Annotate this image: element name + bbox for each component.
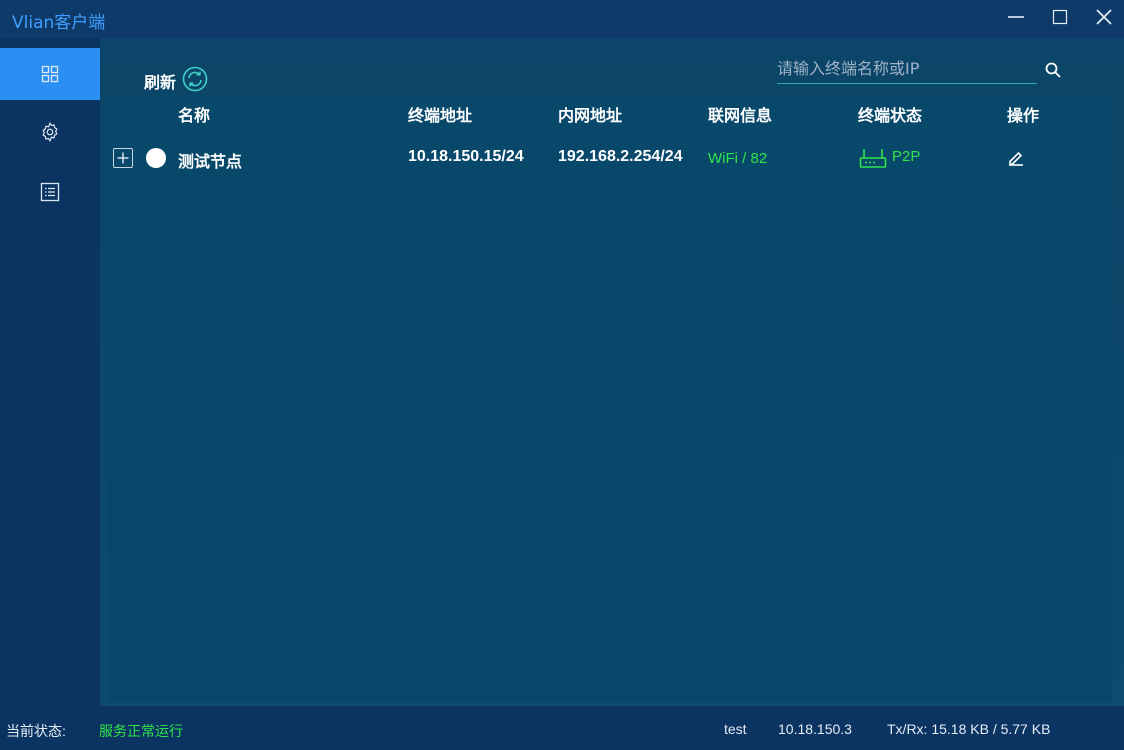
refresh-label: 刷新	[144, 73, 177, 92]
sidebar-item-dashboard[interactable]	[0, 48, 100, 100]
edit-icon	[1009, 151, 1023, 166]
list-icon	[40, 182, 60, 202]
cell-lan-address: 192.168.2.254/24	[558, 148, 683, 165]
column-header-actions: 操作	[1007, 106, 1040, 125]
sidebar-item-settings[interactable]	[0, 106, 100, 158]
sidebar-item-logs[interactable]	[0, 166, 100, 218]
sidebar	[0, 38, 100, 706]
minimize-icon	[1008, 16, 1024, 18]
cell-name: 测试节点	[178, 154, 243, 171]
plus-icon	[117, 152, 129, 164]
status-ip: 10.18.150.3	[778, 721, 852, 737]
online-status-dot	[146, 148, 166, 168]
minimize-button[interactable]	[993, 0, 1039, 34]
status-traffic: Tx/Rx: 15.18 KB / 5.77 KB	[887, 721, 1051, 737]
status-label: 当前状态:	[6, 723, 66, 739]
grid-icon	[41, 65, 59, 83]
gear-icon	[42, 122, 58, 142]
search-input[interactable]	[777, 54, 1037, 83]
title-bar: Vlian客户端	[0, 0, 1124, 38]
cell-terminal-address: 10.18.150.15/24	[408, 148, 524, 165]
refresh-button[interactable]: 刷新	[144, 66, 208, 96]
close-button[interactable]	[1081, 0, 1124, 34]
refresh-icon	[182, 66, 208, 96]
search-box	[777, 54, 1037, 84]
close-icon	[1096, 9, 1112, 25]
search-button[interactable]	[1044, 61, 1062, 79]
column-header-network-info[interactable]: 联网信息	[708, 102, 772, 126]
maximize-button[interactable]	[1037, 0, 1083, 34]
status-user: test	[724, 721, 747, 737]
terminal-table	[107, 94, 1113, 702]
column-header-terminal-status[interactable]: 终端状态	[858, 102, 922, 126]
app-title: Vlian客户端	[12, 13, 106, 33]
edit-button[interactable]	[1007, 148, 1025, 170]
maximize-icon	[1052, 9, 1068, 25]
cell-terminal-status: P2P	[892, 148, 921, 165]
status-bar: 当前状态: 服务正常运行 test 10.18.150.3 Tx/Rx: 15.…	[0, 708, 1124, 750]
status-value: 服务正常运行	[99, 723, 183, 739]
search-icon	[1045, 62, 1061, 78]
table-row[interactable]: 测试节点 10.18.150.15/24 192.168.2.254/24 Wi…	[107, 142, 1113, 174]
column-header-name[interactable]: 名称	[178, 102, 210, 126]
cell-network-info: WiFi / 82	[708, 150, 768, 167]
router-icon	[859, 146, 887, 174]
expand-button[interactable]	[113, 148, 133, 168]
column-header-lan-address[interactable]: 内网地址	[558, 102, 622, 126]
column-header-terminal-address[interactable]: 终端地址	[408, 102, 472, 126]
